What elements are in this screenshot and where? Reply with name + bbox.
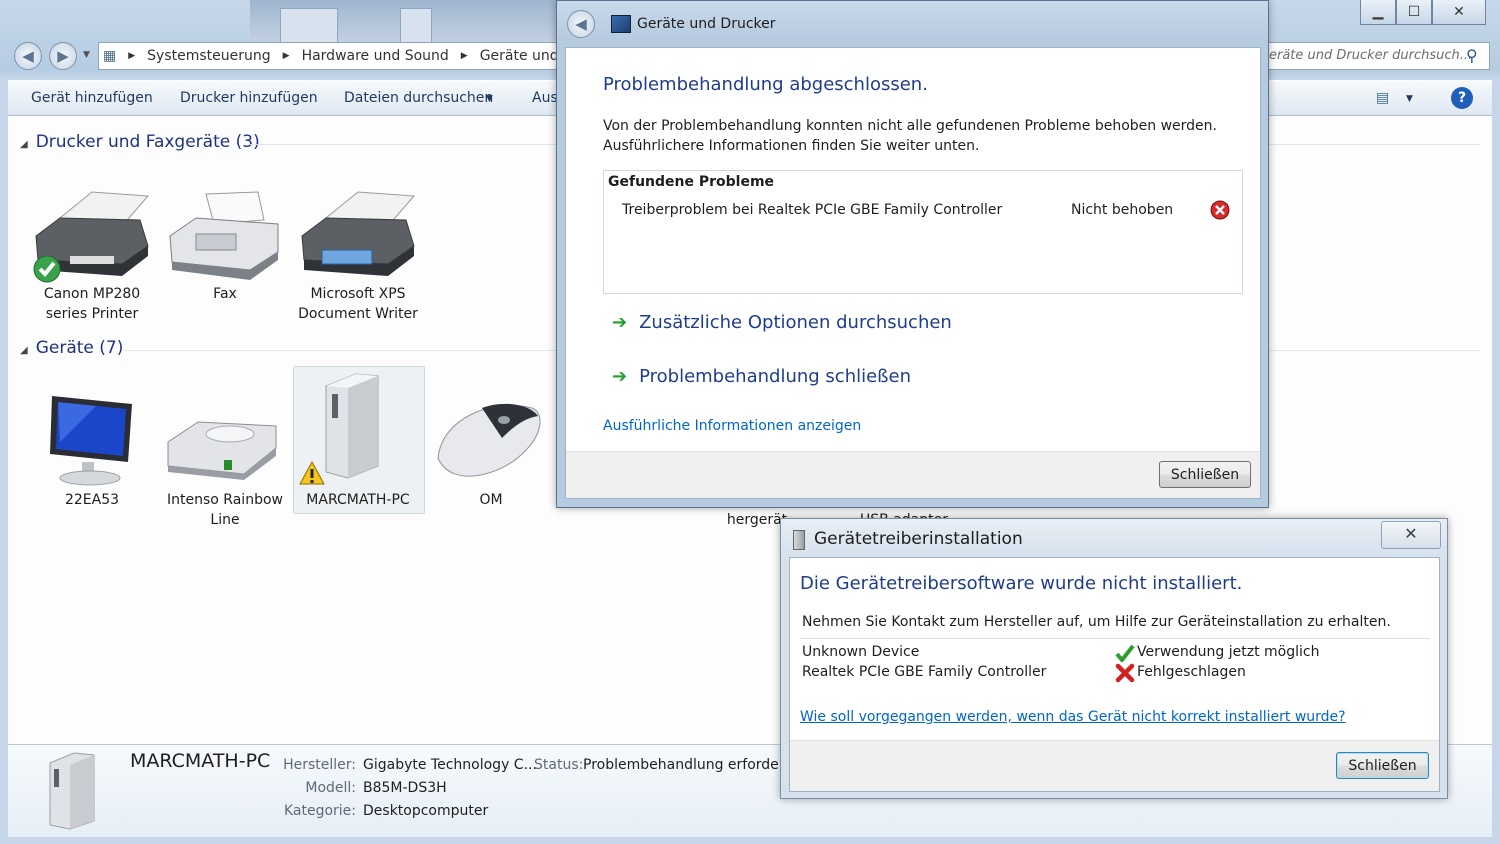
default-checkmark-icon: [33, 255, 61, 283]
history-dropdown-icon[interactable]: ▼: [83, 50, 90, 60]
chevron-down-icon[interactable]: ▼: [486, 94, 493, 104]
mouse-label[interactable]: OM: [421, 490, 561, 510]
category-key: Kategorie:: [283, 803, 356, 819]
devices-group-title: Geräte (7): [35, 338, 124, 358]
category-value: Desktopcomputer: [363, 803, 489, 819]
search-placeholder: eräte und Drucker durchsuch...: [1269, 48, 1473, 63]
manufacturer-key: Hersteller:: [283, 757, 356, 773]
device-row-realtek: Realtek PCIe GBE Family Controller: [802, 664, 1047, 680]
option-more-options-label: Zusätzliche Optionen durchsuchen: [639, 312, 952, 333]
back-button[interactable]: ◀: [567, 10, 595, 38]
control-panel-icon: ▦: [103, 48, 117, 64]
maximize-button[interactable]: ☐: [1396, 0, 1432, 25]
manufacturer-value: Gigabyte Technology C...: [363, 757, 537, 773]
more-button[interactable]: Aus: [532, 90, 558, 106]
troubleshooter-close-button[interactable]: Schließen: [1159, 461, 1251, 488]
crumb-separator-icon[interactable]: ▶: [283, 51, 290, 61]
background-window-strip: [250, 0, 580, 46]
troubleshooter-message-1: Von der Problembehandlung konnten nicht …: [603, 118, 1217, 134]
divider: [800, 638, 1430, 639]
status-key: Status:: [534, 757, 584, 773]
intenso-drive-label[interactable]: Intenso Rainbow Line: [155, 490, 295, 530]
close-button[interactable]: ✕: [1432, 0, 1486, 25]
troubleshooter-footer: Schließen: [566, 451, 1260, 498]
breadcrumb-systemsteuerung[interactable]: Systemsteuerung: [147, 48, 270, 64]
forward-arrow-icon: ▶: [57, 47, 69, 65]
fax-icon[interactable]: [166, 190, 284, 282]
troubleshooter-title: Geräte und Drucker: [637, 16, 776, 32]
forward-button[interactable]: ▶: [49, 42, 77, 70]
device-name: MARCMATH-PC: [130, 750, 271, 772]
fax-label[interactable]: Fax: [155, 284, 295, 304]
problems-box: Gefundene Probleme Treiberproblem bei Re…: [603, 170, 1243, 294]
drive-icon[interactable]: [164, 416, 280, 482]
checkmark-icon: [1115, 644, 1135, 662]
collapse-triangle-icon[interactable]: ◢: [20, 345, 28, 356]
mouse-icon[interactable]: [432, 398, 546, 488]
back-arrow-icon: ◀: [22, 47, 34, 65]
minimize-button[interactable]: ▁: [1360, 0, 1396, 25]
back-arrow-icon: ◀: [575, 15, 587, 33]
driver-dialog-body: Die Gerätetreibersoftware wurde nicht in…: [789, 557, 1440, 792]
add-device-button[interactable]: Gerät hinzufügen: [31, 90, 153, 106]
driver-help-link[interactable]: Wie soll vorgegangen werden, wenn das Ge…: [800, 709, 1346, 725]
monitor-icon[interactable]: [46, 392, 136, 488]
printers-group-header[interactable]: ◢ Drucker und Faxgeräte (3): [20, 132, 260, 152]
status-realtek: Fehlgeschlagen: [1137, 664, 1246, 680]
computer-tower-icon: [49, 752, 95, 830]
troubleshooter-dialog: ◀ Geräte und Drucker Problembehandlung a…: [556, 0, 1269, 508]
troubleshooter-message-2: Ausführlichere Informationen finden Sie …: [603, 138, 980, 154]
option-close-troubleshooter[interactable]: ➔ Problembehandlung schließen: [612, 366, 911, 387]
computer-tower-icon[interactable]: [316, 370, 400, 482]
address-bar[interactable]: ▦ ▶ Systemsteuerung ▶ Hardware und Sound…: [98, 42, 578, 70]
monitor-label[interactable]: 22EA53: [22, 490, 162, 510]
problem-text: Treiberproblem bei Realtek PCIe GBE Fami…: [622, 202, 1003, 218]
back-button[interactable]: ◀: [14, 42, 42, 70]
help-icon[interactable]: ?: [1451, 87, 1473, 109]
collapse-triangle-icon[interactable]: ◢: [20, 139, 28, 150]
close-icon[interactable]: ✕: [1381, 521, 1441, 549]
troubleshooter-heading: Problembehandlung abgeschlossen.: [603, 74, 928, 95]
view-dropdown-icon[interactable]: ▼: [1406, 94, 1413, 104]
xps-writer-label[interactable]: Microsoft XPS Document Writer: [288, 284, 428, 324]
status-value: Problembehandlung erforderl: [583, 757, 789, 773]
computer-tower-icon: [793, 530, 805, 550]
troubleshooter-body: Problembehandlung abgeschlossen. Von der…: [565, 47, 1261, 499]
device-row-unknown: Unknown Device: [802, 644, 920, 660]
driver-dialog-title: Gerätetreiberinstallation: [814, 529, 1023, 549]
search-icon[interactable]: ⚲: [1466, 46, 1478, 65]
driver-message: Nehmen Sie Kontakt zum Hersteller auf, u…: [802, 614, 1391, 630]
driver-close-button[interactable]: Schließen: [1336, 752, 1429, 779]
crumb-separator-icon[interactable]: ▶: [128, 51, 135, 61]
green-arrow-icon: ➔: [612, 366, 628, 387]
crumb-separator-icon[interactable]: ▶: [461, 51, 468, 61]
driver-heading: Die Gerätetreibersoftware wurde nicht in…: [800, 573, 1243, 594]
problems-header: Gefundene Probleme: [608, 174, 775, 190]
warning-icon: [299, 460, 325, 485]
breadcrumb-hardware[interactable]: Hardware und Sound: [302, 48, 449, 64]
printer-canon-label[interactable]: Canon MP280 series Printer: [22, 284, 162, 324]
option-more-options[interactable]: ➔ Zusätzliche Optionen durchsuchen: [612, 312, 952, 333]
error-icon: [1210, 200, 1230, 220]
window-controls: ▁ ☐ ✕: [1360, 0, 1490, 25]
problem-status: Nicht behoben: [1071, 202, 1174, 218]
driver-install-dialog: Gerätetreiberinstallation ✕ Die Gerätetr…: [780, 518, 1448, 799]
search-input[interactable]: eräte und Drucker durchsuch...: [1262, 42, 1490, 70]
model-key: Modell:: [305, 780, 356, 796]
model-value: B85M-DS3H: [363, 780, 447, 796]
option-close-troubleshooter-label: Problembehandlung schließen: [639, 366, 912, 387]
driver-dialog-footer: Schließen: [790, 740, 1439, 791]
add-printer-button[interactable]: Drucker hinzufügen: [180, 90, 318, 106]
devices-group-header[interactable]: ◢ Geräte (7): [20, 338, 123, 358]
detailed-info-link[interactable]: Ausführliche Informationen anzeigen: [603, 418, 861, 434]
xps-printer-icon[interactable]: [296, 190, 420, 290]
search-files-button[interactable]: Dateien durchsuchen: [344, 90, 493, 106]
printers-group-title: Drucker und Faxgeräte (3): [35, 132, 260, 152]
status-unknown-device: Verwendung jetzt möglich: [1137, 644, 1320, 660]
view-icon[interactable]: ▤: [1376, 90, 1389, 106]
devices-printers-icon: [611, 15, 631, 33]
marcmath-pc-label[interactable]: MARCMATH-PC: [288, 490, 428, 510]
green-arrow-icon: ➔: [612, 312, 628, 333]
red-x-icon: [1115, 663, 1135, 683]
